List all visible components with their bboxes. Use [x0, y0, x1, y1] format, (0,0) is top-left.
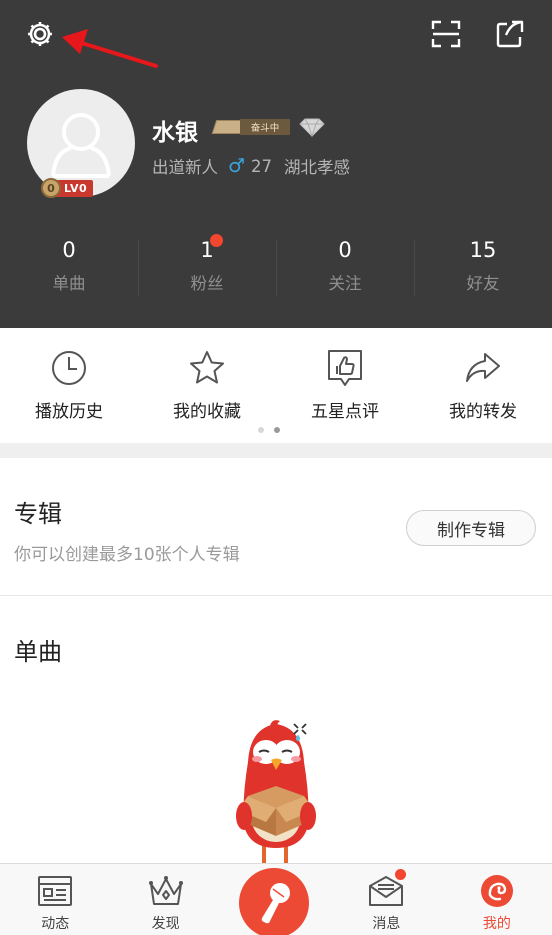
page-indicator: [258, 427, 280, 433]
stat-value: 1: [200, 238, 214, 262]
quick-action-label: 五星点评: [311, 402, 379, 422]
tab-me[interactable]: 我的: [442, 864, 552, 935]
stat-value: 0: [62, 238, 76, 262]
tab-label: 我的: [482, 916, 511, 932]
quick-action-label: 我的收藏: [173, 402, 241, 422]
bird-logo-icon: [480, 875, 513, 907]
red-arrow-annotation-icon: [62, 29, 158, 68]
quick-action-label: 播放历史: [35, 402, 103, 422]
microphone-icon: [261, 883, 290, 924]
avatar[interactable]: 0 LV0: [27, 89, 135, 199]
stat-value: 15: [469, 238, 497, 262]
scan-icon[interactable]: [426, 14, 466, 54]
quick-action-play-history[interactable]: 播放历史: [0, 328, 138, 443]
star-icon: [190, 351, 224, 384]
stat-following[interactable]: 0 关注: [276, 232, 414, 302]
profile-meta: 出道新人 ♂ 27 湖北孝感: [152, 154, 350, 178]
user-age: 27: [251, 156, 273, 176]
albums-section: 专辑 你可以创建最多10张个人专辑 制作专辑: [0, 458, 552, 596]
quick-action-five-star-review[interactable]: 五星点评: [276, 328, 414, 443]
make-album-button[interactable]: 制作专辑: [406, 510, 536, 546]
profile-header: 0 LV0 水银 奋斗中 出道新人 ♂ 27 湖北孝感 0 单曲 1 粉丝 0 …: [0, 0, 552, 328]
stat-label: 粉丝: [190, 274, 224, 293]
level-badge[interactable]: 0 LV0: [41, 177, 94, 199]
crown-icon: [148, 876, 183, 905]
tab-discover[interactable]: 发现: [110, 864, 220, 935]
username: 水银: [152, 120, 198, 146]
tab-label: 发现: [151, 916, 180, 932]
stat-label: 单曲: [52, 274, 86, 293]
stat-friends[interactable]: 15 好友: [414, 232, 552, 302]
singles-title: 单曲: [14, 638, 62, 666]
settings-gear-icon[interactable]: [20, 14, 60, 54]
forward-arrow-icon: [466, 353, 500, 382]
page-dot-active: [274, 427, 280, 433]
quick-actions: 播放历史 我的收藏 五星点评 我的转发: [0, 328, 552, 443]
male-icon: ♂: [228, 155, 246, 177]
user-location: 湖北孝感: [284, 158, 351, 177]
albums-title: 专辑: [14, 500, 62, 528]
stat-value: 0: [338, 238, 352, 262]
page-dot: [258, 427, 264, 433]
quick-action-label: 我的转发: [449, 402, 517, 422]
fighting-badge-label: 奋斗中: [240, 119, 290, 135]
section-divider: [0, 443, 552, 458]
level-coin: 0: [41, 178, 61, 198]
notification-dot: [210, 234, 223, 247]
share-icon[interactable]: [490, 14, 530, 54]
stat-singles[interactable]: 0 单曲: [0, 232, 138, 302]
record-microphone-button[interactable]: [239, 868, 309, 935]
profile-stats: 0 单曲 1 粉丝 0 关注 15 好友: [0, 232, 552, 302]
quick-action-favorites[interactable]: 我的收藏: [138, 328, 276, 443]
tab-feed[interactable]: 动态: [0, 864, 110, 935]
stat-label: 好友: [466, 274, 500, 293]
quick-action-reposts[interactable]: 我的转发: [414, 328, 552, 443]
diamond-icon[interactable]: [299, 117, 325, 137]
thumbs-up-icon: [328, 350, 362, 386]
albums-description: 你可以创建最多10张个人专辑: [14, 545, 240, 565]
stat-label: 关注: [328, 274, 362, 293]
user-title: 出道新人: [152, 158, 218, 177]
bird-mascot-empty-icon: [236, 720, 316, 864]
tab-label: 消息: [372, 916, 401, 932]
fighting-badge[interactable]: 奋斗中: [211, 118, 290, 136]
tab-label: 动态: [41, 916, 70, 932]
stat-fans[interactable]: 1 粉丝: [138, 232, 276, 302]
tab-messages[interactable]: 消息: [331, 864, 441, 935]
feed-icon: [38, 876, 73, 906]
clock-icon: [52, 351, 86, 385]
